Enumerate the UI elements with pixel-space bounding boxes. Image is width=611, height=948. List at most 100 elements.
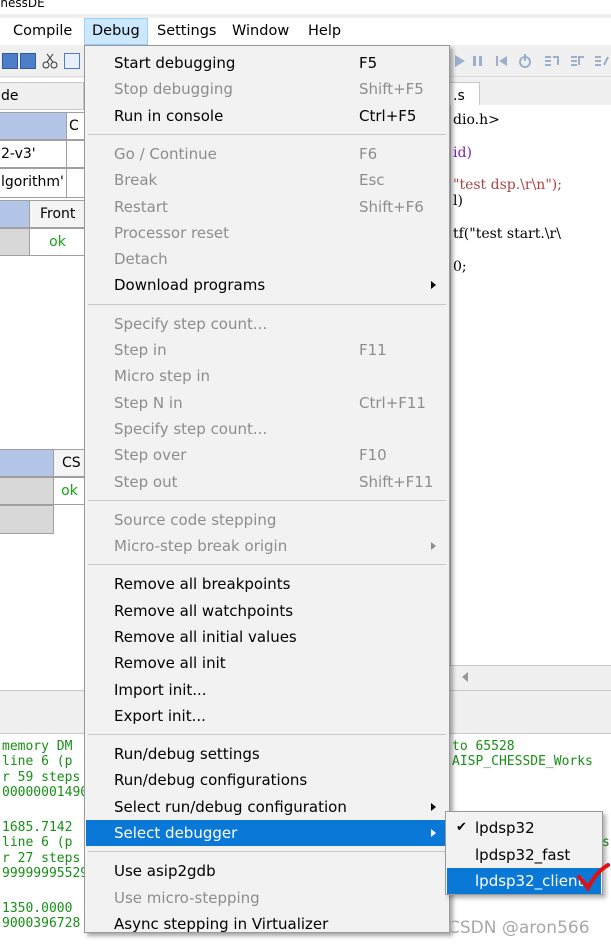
table1-header-blank <box>0 112 67 140</box>
copy-icon[interactable] <box>64 53 80 69</box>
table3-header-cs: CS <box>53 449 86 477</box>
menu-item-label: Break <box>114 171 158 189</box>
table3-row-blank <box>0 477 54 505</box>
menu-item-label: Run/debug settings <box>114 745 260 763</box>
console-line: memory DM <box>2 739 73 754</box>
debug-menu: Start debugging F5 Stop debugging Shift+F5 R… <box>84 45 450 933</box>
code-editor[interactable]: dio.h> id) "test dsp.\r\n"); l) tf("test… <box>450 105 611 665</box>
menu-item-label: Step over <box>114 446 187 464</box>
menu-item-label: Use asip2gdb <box>114 862 216 880</box>
menu-item-micro-step-in: Micro step in <box>86 363 448 389</box>
menu-item-use-asip2gdb[interactable]: Use asip2gdb <box>86 858 448 884</box>
console-line: 99999995529 <box>2 866 89 881</box>
editor-hscrollbar[interactable] <box>450 665 611 689</box>
menu-item-shortcut: F6 <box>359 145 378 163</box>
menu-item-detach: Detach <box>86 246 448 272</box>
menu-item-label: Run in console <box>114 107 224 125</box>
console-line: 00000001490 <box>2 785 89 800</box>
menu-item-async-stepping-in-virtualizer[interactable]: Async stepping in Virtualizer <box>86 911 448 937</box>
menu-item-remove-all-init[interactable]: Remove all init <box>86 650 448 676</box>
step-in-icon[interactable] <box>544 53 560 69</box>
menu-settings[interactable]: Settings <box>150 18 223 45</box>
menu-item-shortcut: F11 <box>359 341 387 359</box>
menu-item-import-init[interactable]: Import init... <box>86 677 448 703</box>
code-line: l) <box>453 193 463 209</box>
play-icon[interactable] <box>452 53 468 69</box>
debugger-option-lpdsp32[interactable]: ✔ lpdsp32 <box>447 815 601 841</box>
menu-item-shortcut: Ctrl+F5 <box>359 107 417 125</box>
menu-item-label: Step in <box>114 341 167 359</box>
window-title-strip: ChessDE <box>0 0 611 14</box>
menu-item-label: Remove all watchpoints <box>114 602 294 620</box>
console-line: AISP_CHESSDE_Works <box>452 754 593 769</box>
menu-item-select-run-debug-configuration[interactable]: Select run/debug configuration <box>86 794 448 820</box>
menu-item-label: Download programs <box>114 276 266 294</box>
menu-window[interactable]: Window <box>225 18 296 45</box>
code-line: id) <box>453 145 472 161</box>
red-checkmark-annotation <box>577 863 610 892</box>
table1-row[interactable]: lgorithm' <box>0 168 67 198</box>
menu-item-remove-all-watchpoints[interactable]: Remove all watchpoints <box>86 598 448 624</box>
table1-cell <box>66 168 86 198</box>
menu-item-label: Go / Continue <box>114 145 217 163</box>
power-icon[interactable] <box>517 53 533 69</box>
submenu-arrow-icon <box>431 542 436 550</box>
menu-item-label: Restart <box>114 198 168 216</box>
step-over-icon[interactable] <box>570 53 586 69</box>
menu-compile[interactable]: Compile <box>6 18 79 45</box>
watermark: CSDN @aron566 <box>448 918 590 938</box>
menu-item-label: Use micro-stepping <box>114 889 260 907</box>
table1-header-cell: C <box>66 112 86 140</box>
menu-item-label: Import init... <box>114 681 207 699</box>
submenu-arrow-icon <box>431 281 436 289</box>
menu-item-label: Run/debug configurations <box>114 771 308 789</box>
table2-row-blank <box>0 228 30 256</box>
save-icon[interactable] <box>2 53 18 69</box>
cut-icon[interactable] <box>42 53 58 69</box>
code-line: "test dsp.\r\n"); <box>453 177 562 193</box>
debugger-option-label: lpdsp32 <box>475 819 535 837</box>
menu-item-run-debug-settings[interactable]: Run/debug settings <box>86 741 448 767</box>
menu-separator <box>88 304 446 305</box>
code-line: dio.h> <box>453 112 500 128</box>
save-all-icon[interactable] <box>20 53 36 69</box>
scroll-left-icon[interactable] <box>462 672 468 682</box>
menu-item-shortcut: Ctrl+F11 <box>359 394 426 412</box>
left-tab[interactable]: de <box>0 82 84 110</box>
menu-item-start-debugging[interactable]: Start debugging F5 <box>86 50 448 76</box>
menu-item-stop-debugging: Stop debugging Shift+F5 <box>86 76 448 102</box>
menu-item-download-programs[interactable]: Download programs <box>86 272 448 298</box>
console-line: 1350.0000 <box>2 901 73 916</box>
console-line: r 27 steps <box>2 851 81 866</box>
menu-item-label: Remove all initial values <box>114 628 297 646</box>
menu-item-label: Select debugger <box>114 824 238 842</box>
console-line: 1685.7142 <box>2 820 73 835</box>
menu-item-shortcut: Esc <box>359 171 385 189</box>
menu-item-go-continue: Go / Continue F6 <box>86 141 448 167</box>
menu-item-label: Specify step count... <box>114 420 268 438</box>
restart-icon[interactable] <box>494 53 510 69</box>
table2-status: ok <box>29 228 86 256</box>
code-line: 0; <box>453 259 467 275</box>
table1-row[interactable]: 2-v3' <box>0 140 67 168</box>
step-out-icon[interactable] <box>594 53 610 69</box>
pause-icon[interactable] <box>470 53 486 69</box>
menu-item-label: Start debugging <box>114 54 236 72</box>
menu-item-select-debugger[interactable]: Select debugger <box>86 820 448 846</box>
menu-separator <box>88 734 446 735</box>
menu-item-run-in-console[interactable]: Run in console Ctrl+F5 <box>86 103 448 129</box>
menu-item-export-init[interactable]: Export init... <box>86 703 448 729</box>
menu-item-remove-all-initial-values[interactable]: Remove all initial values <box>86 624 448 650</box>
menu-debug[interactable]: Debug <box>84 18 148 45</box>
menu-item-restart: Restart Shift+F6 <box>86 194 448 220</box>
menu-item-shortcut: F10 <box>359 446 387 464</box>
menu-item-run-debug-configurations[interactable]: Run/debug configurations <box>86 767 448 793</box>
menu-item-shortcut: F5 <box>359 54 378 72</box>
menu-item-specify-step-count: Specify step count... <box>86 311 448 337</box>
menu-item-label: Micro step in <box>114 367 211 385</box>
menu-item-step-out: Step out Shift+F11 <box>86 469 448 495</box>
menu-help[interactable]: Help <box>301 18 348 45</box>
menu-item-remove-all-breakpoints[interactable]: Remove all breakpoints <box>86 571 448 597</box>
submenu-arrow-icon <box>431 803 436 811</box>
menu-item-use-micro-stepping: Use micro-stepping <box>86 885 448 911</box>
